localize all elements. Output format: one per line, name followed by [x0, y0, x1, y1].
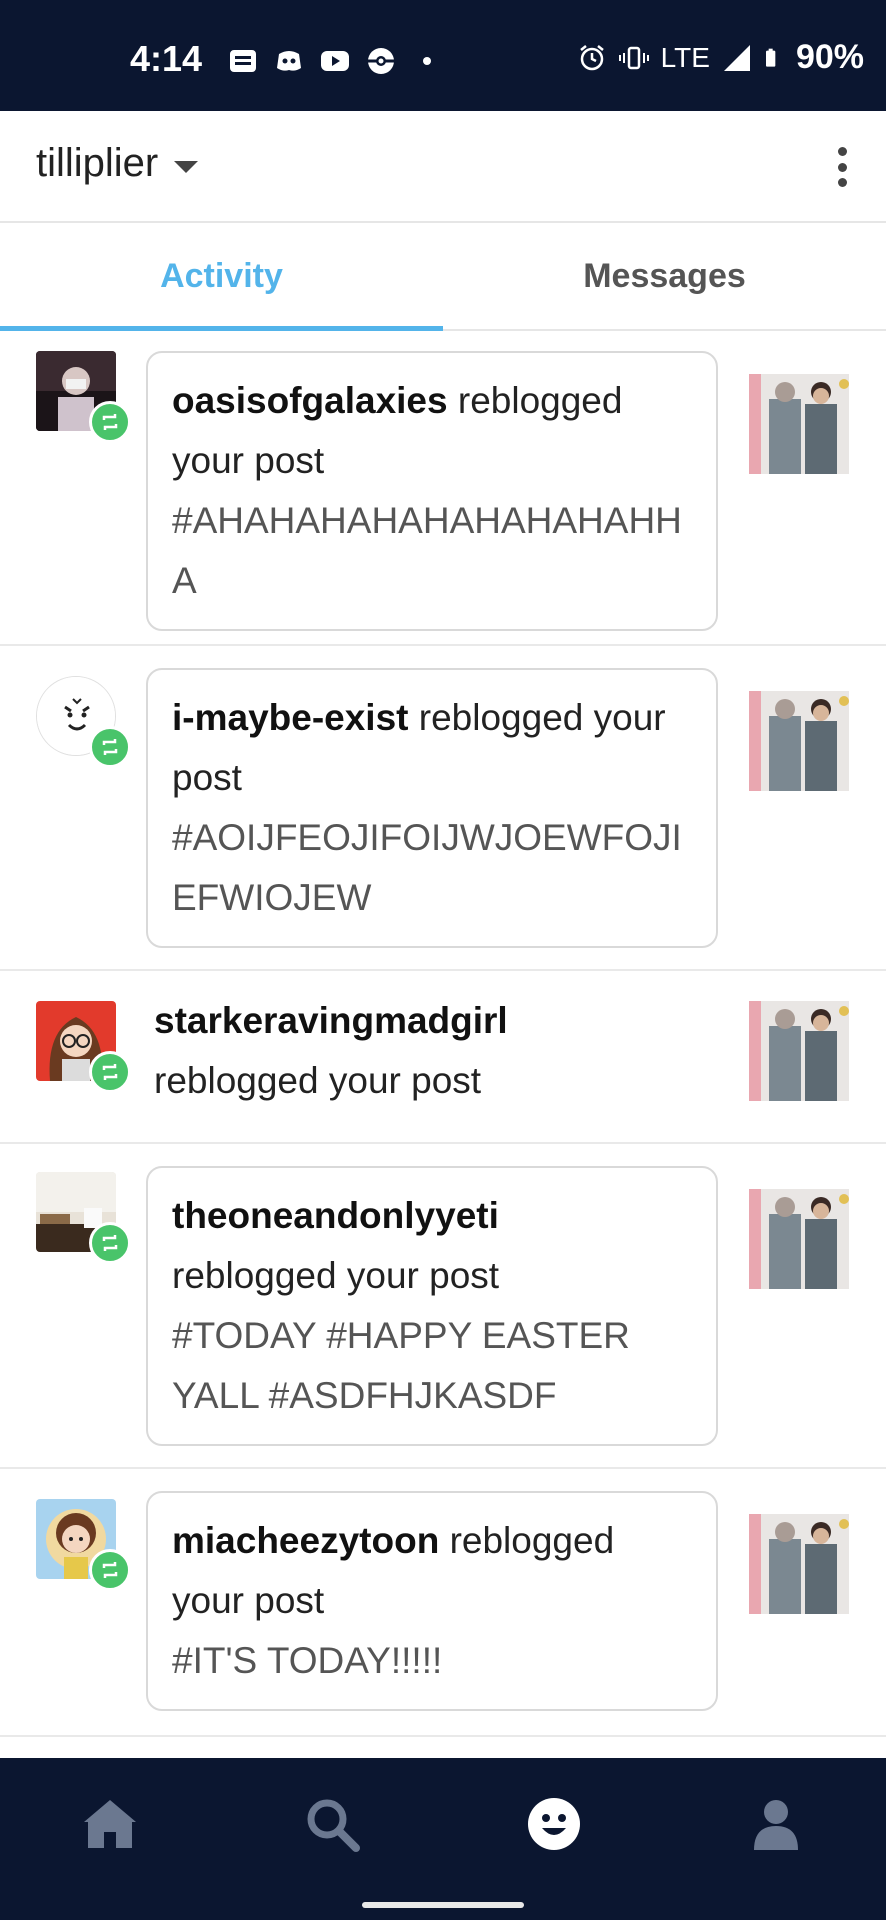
status-time: 4:14	[130, 38, 203, 79]
post-thumbnail[interactable]	[749, 691, 849, 791]
post-thumbnail[interactable]	[749, 1189, 849, 1289]
battery-icon	[765, 48, 776, 67]
activity-face-icon[interactable]	[524, 1794, 584, 1854]
username[interactable]: theoneandonlyyeti	[172, 1186, 692, 1246]
blog-name: tilliplier	[36, 141, 159, 185]
username[interactable]: miacheezytoon	[172, 1520, 439, 1561]
activity-bubble[interactable]: i-maybe-exist reblogged your post #AOIJF…	[146, 668, 718, 948]
username[interactable]: i-maybe-exist	[172, 697, 409, 738]
activity-bubble[interactable]: oasisofgalaxies reblogged your post #AHA…	[146, 351, 718, 631]
post-tags: #IT'S TODAY!!!!!	[172, 1640, 443, 1681]
tab-bar: Activity Messages	[0, 223, 886, 331]
activity-bubble[interactable]: miacheezytoon reblogged your post #IT'S …	[146, 1491, 718, 1711]
pokeball-icon	[368, 48, 394, 74]
list-item[interactable]: theoneandonlyyeti reblogged your post #T…	[0, 1144, 886, 1469]
alarm-icon	[579, 44, 604, 70]
dot-icon	[423, 57, 431, 65]
list-item[interactable]: i-maybe-exist reblogged your post #AOIJF…	[0, 646, 886, 971]
search-icon[interactable]	[302, 1794, 362, 1854]
activity-list: oasisofgalaxies reblogged your post #AHA…	[0, 331, 886, 1737]
username[interactable]: starkeravingmadgirl	[154, 991, 694, 1051]
reblog-icon	[89, 1549, 131, 1591]
reblog-icon	[89, 1051, 131, 1093]
more-options-icon[interactable]	[836, 147, 848, 187]
app-header: tilliplier	[0, 111, 886, 223]
post-thumbnail[interactable]	[749, 374, 849, 474]
post-tags: #AOIJFEOJIFOIJWJOEWFOJIEFWIOJEW	[172, 817, 682, 918]
tab-activity[interactable]: Activity	[0, 223, 443, 331]
blog-switcher[interactable]: tilliplier	[36, 141, 199, 186]
post-thumbnail[interactable]	[749, 1001, 849, 1101]
post-tags: #TODAY #HAPPY EASTER YALL #ASDFHJKASDF	[172, 1315, 630, 1416]
activity-text-block[interactable]: starkeravingmadgirl reblogged your post	[154, 991, 694, 1111]
reblog-icon	[89, 401, 131, 443]
post-thumbnail[interactable]	[749, 1514, 849, 1614]
status-bar: 4:14 LTE 90%	[0, 0, 886, 111]
username[interactable]: oasisofgalaxies	[172, 380, 448, 421]
list-item[interactable]: starkeravingmadgirl reblogged your post	[0, 971, 886, 1144]
vibrate-icon	[618, 46, 649, 69]
battery-percent: 90%	[795, 38, 864, 76]
account-icon[interactable]	[746, 1794, 806, 1854]
tab-messages[interactable]: Messages	[443, 223, 886, 329]
home-icon[interactable]	[80, 1794, 140, 1854]
signal-icon	[723, 44, 750, 71]
network-label: LTE	[660, 41, 710, 73]
gesture-bar[interactable]	[362, 1902, 524, 1908]
activity-text: reblogged your post	[154, 1060, 482, 1101]
list-item[interactable]: oasisofgalaxies reblogged your post #AHA…	[0, 331, 886, 646]
activity-text: reblogged your post	[172, 1255, 500, 1296]
list-item[interactable]: miacheezytoon reblogged your post #IT'S …	[0, 1469, 886, 1737]
activity-bubble[interactable]: theoneandonlyyeti reblogged your post #T…	[146, 1166, 718, 1446]
reblog-icon	[89, 726, 131, 768]
discord-icon	[277, 51, 301, 71]
youtube-icon	[321, 51, 349, 71]
caret-down-icon	[174, 160, 199, 173]
reblog-icon	[89, 1222, 131, 1264]
bottom-nav	[0, 1758, 886, 1920]
post-tags: #AHAHAHAHAHAHAHAHAHHA	[172, 500, 682, 601]
news-icon	[230, 50, 256, 72]
